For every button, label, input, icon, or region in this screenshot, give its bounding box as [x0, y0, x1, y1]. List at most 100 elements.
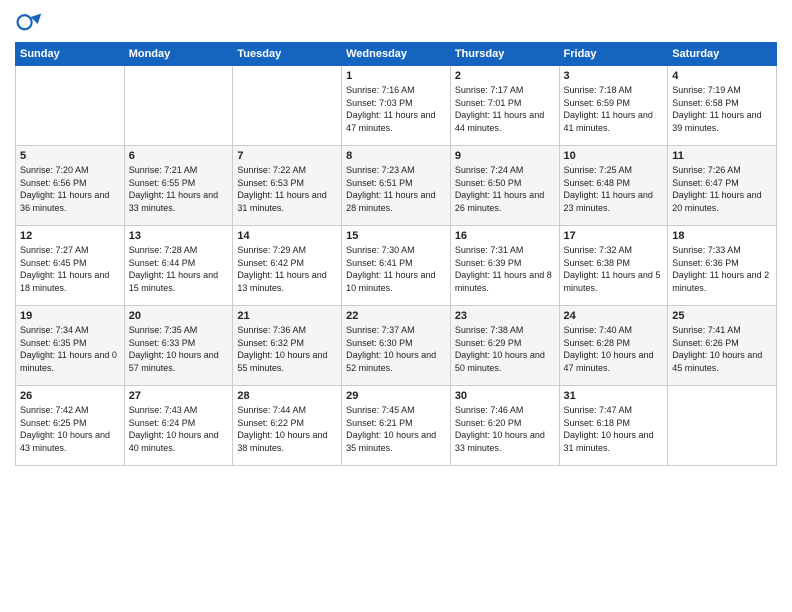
header-row: SundayMondayTuesdayWednesdayThursdayFrid…: [16, 43, 777, 66]
day-number: 5: [20, 150, 120, 162]
day-content: Sunrise: 7:33 AM Sunset: 6:36 PM Dayligh…: [672, 244, 772, 294]
calendar-cell: 18 Sunrise: 7:33 AM Sunset: 6:36 PM Dayli…: [668, 226, 777, 306]
col-header-sunday: Sunday: [16, 43, 125, 66]
week-row-5: 26 Sunrise: 7:42 AM Sunset: 6:25 PM Dayli…: [16, 386, 777, 466]
calendar-cell: 22 Sunrise: 7:37 AM Sunset: 6:30 PM Dayli…: [342, 306, 451, 386]
day-number: 18: [672, 230, 772, 242]
day-number: 4: [672, 70, 772, 82]
calendar-cell: [124, 66, 233, 146]
day-number: 17: [564, 230, 664, 242]
logo-icon: [15, 10, 43, 38]
calendar-cell: 11 Sunrise: 7:26 AM Sunset: 6:47 PM Dayli…: [668, 146, 777, 226]
day-content: Sunrise: 7:27 AM Sunset: 6:45 PM Dayligh…: [20, 244, 120, 294]
day-content: Sunrise: 7:28 AM Sunset: 6:44 PM Dayligh…: [129, 244, 229, 294]
calendar-cell: [668, 386, 777, 466]
week-row-1: 1 Sunrise: 7:16 AM Sunset: 7:03 PM Daylig…: [16, 66, 777, 146]
calendar-cell: 9 Sunrise: 7:24 AM Sunset: 6:50 PM Daylig…: [450, 146, 559, 226]
day-number: 16: [455, 230, 555, 242]
calendar-cell: 26 Sunrise: 7:42 AM Sunset: 6:25 PM Dayli…: [16, 386, 125, 466]
calendar-cell: 19Sunrise: 7:34 AM Sunset: 6:35 PM Dayli…: [16, 306, 125, 386]
calendar-cell: 5 Sunrise: 7:20 AM Sunset: 6:56 PM Daylig…: [16, 146, 125, 226]
col-header-tuesday: Tuesday: [233, 43, 342, 66]
week-row-3: 12 Sunrise: 7:27 AM Sunset: 6:45 PM Dayli…: [16, 226, 777, 306]
day-number: 1: [346, 70, 446, 82]
week-row-4: 19Sunrise: 7:34 AM Sunset: 6:35 PM Dayli…: [16, 306, 777, 386]
day-number: 21: [237, 310, 337, 322]
calendar-cell: 15 Sunrise: 7:30 AM Sunset: 6:41 PM Dayli…: [342, 226, 451, 306]
calendar-cell: 25 Sunrise: 7:41 AM Sunset: 6:26 PM Dayli…: [668, 306, 777, 386]
calendar-cell: 24 Sunrise: 7:40 AM Sunset: 6:28 PM Dayli…: [559, 306, 668, 386]
day-content: Sunrise: 7:29 AM Sunset: 6:42 PM Dayligh…: [237, 244, 337, 294]
day-number: 12: [20, 230, 120, 242]
day-content: Sunrise: 7:26 AM Sunset: 6:47 PM Dayligh…: [672, 164, 772, 214]
day-content: Sunrise: 7:38 AM Sunset: 6:29 PM Dayligh…: [455, 324, 555, 374]
day-content: Sunrise: 7:35 AM Sunset: 6:33 PM Dayligh…: [129, 324, 229, 374]
day-number: 25: [672, 310, 772, 322]
calendar-cell: 3 Sunrise: 7:18 AM Sunset: 6:59 PM Daylig…: [559, 66, 668, 146]
day-content: Sunrise: 7:19 AM Sunset: 6:58 PM Dayligh…: [672, 84, 772, 134]
calendar-cell: 30Sunrise: 7:46 AM Sunset: 6:20 PM Dayli…: [450, 386, 559, 466]
day-content: Sunrise: 7:18 AM Sunset: 6:59 PM Dayligh…: [564, 84, 664, 134]
day-number: 28: [237, 390, 337, 402]
calendar-cell: 16 Sunrise: 7:31 AM Sunset: 6:39 PM Dayli…: [450, 226, 559, 306]
calendar-cell: 29 Sunrise: 7:45 AM Sunset: 6:21 PM Dayli…: [342, 386, 451, 466]
calendar-cell: 7Sunrise: 7:22 AM Sunset: 6:53 PM Daylig…: [233, 146, 342, 226]
calendar-cell: 6 Sunrise: 7:21 AM Sunset: 6:55 PM Daylig…: [124, 146, 233, 226]
day-content: Sunrise: 7:30 AM Sunset: 6:41 PM Dayligh…: [346, 244, 446, 294]
day-content: Sunrise: 7:20 AM Sunset: 6:56 PM Dayligh…: [20, 164, 120, 214]
day-number: 27: [129, 390, 229, 402]
calendar-cell: 21 Sunrise: 7:36 AM Sunset: 6:32 PM Dayli…: [233, 306, 342, 386]
day-number: 10: [564, 150, 664, 162]
logo: [15, 10, 47, 38]
day-number: 31: [564, 390, 664, 402]
calendar-cell: 17 Sunrise: 7:32 AM Sunset: 6:38 PM Dayli…: [559, 226, 668, 306]
day-content: Sunrise: 7:32 AM Sunset: 6:38 PM Dayligh…: [564, 244, 664, 294]
day-content: Sunrise: 7:36 AM Sunset: 6:32 PM Dayligh…: [237, 324, 337, 374]
day-number: 13: [129, 230, 229, 242]
day-content: Sunrise: 7:37 AM Sunset: 6:30 PM Dayligh…: [346, 324, 446, 374]
col-header-thursday: Thursday: [450, 43, 559, 66]
calendar-cell: 12 Sunrise: 7:27 AM Sunset: 6:45 PM Dayli…: [16, 226, 125, 306]
calendar-cell: 1 Sunrise: 7:16 AM Sunset: 7:03 PM Daylig…: [342, 66, 451, 146]
calendar-cell: 13 Sunrise: 7:28 AM Sunset: 6:44 PM Dayli…: [124, 226, 233, 306]
col-header-monday: Monday: [124, 43, 233, 66]
day-content: Sunrise: 7:42 AM Sunset: 6:25 PM Dayligh…: [20, 404, 120, 454]
day-number: 2: [455, 70, 555, 82]
day-number: 3: [564, 70, 664, 82]
day-number: 15: [346, 230, 446, 242]
calendar-cell: 8 Sunrise: 7:23 AM Sunset: 6:51 PM Daylig…: [342, 146, 451, 226]
day-content: Sunrise: 7:40 AM Sunset: 6:28 PM Dayligh…: [564, 324, 664, 374]
day-number: 14: [237, 230, 337, 242]
day-number: 9: [455, 150, 555, 162]
day-content: Sunrise: 7:47 AM Sunset: 6:18 PM Dayligh…: [564, 404, 664, 454]
day-content: Sunrise: 7:46 AM Sunset: 6:20 PM Dayligh…: [455, 404, 555, 454]
day-number: 29: [346, 390, 446, 402]
calendar-cell: 20Sunrise: 7:35 AM Sunset: 6:33 PM Dayli…: [124, 306, 233, 386]
calendar-cell: 2Sunrise: 7:17 AM Sunset: 7:01 PM Daylig…: [450, 66, 559, 146]
day-content: Sunrise: 7:31 AM Sunset: 6:39 PM Dayligh…: [455, 244, 555, 294]
day-content: Sunrise: 7:16 AM Sunset: 7:03 PM Dayligh…: [346, 84, 446, 134]
day-number: 22: [346, 310, 446, 322]
day-content: Sunrise: 7:24 AM Sunset: 6:50 PM Dayligh…: [455, 164, 555, 214]
day-number: 6: [129, 150, 229, 162]
col-header-wednesday: Wednesday: [342, 43, 451, 66]
day-number: 8: [346, 150, 446, 162]
calendar-cell: 27Sunrise: 7:43 AM Sunset: 6:24 PM Dayli…: [124, 386, 233, 466]
calendar-cell: 4 Sunrise: 7:19 AM Sunset: 6:58 PM Daylig…: [668, 66, 777, 146]
calendar-cell: 28Sunrise: 7:44 AM Sunset: 6:22 PM Dayli…: [233, 386, 342, 466]
day-content: Sunrise: 7:23 AM Sunset: 6:51 PM Dayligh…: [346, 164, 446, 214]
day-content: Sunrise: 7:41 AM Sunset: 6:26 PM Dayligh…: [672, 324, 772, 374]
col-header-saturday: Saturday: [668, 43, 777, 66]
calendar-cell: 10Sunrise: 7:25 AM Sunset: 6:48 PM Dayli…: [559, 146, 668, 226]
day-number: 23: [455, 310, 555, 322]
day-number: 24: [564, 310, 664, 322]
day-content: Sunrise: 7:45 AM Sunset: 6:21 PM Dayligh…: [346, 404, 446, 454]
calendar-cell: 23 Sunrise: 7:38 AM Sunset: 6:29 PM Dayli…: [450, 306, 559, 386]
day-number: 11: [672, 150, 772, 162]
day-number: 7: [237, 150, 337, 162]
day-number: 19: [20, 310, 120, 322]
day-number: 26: [20, 390, 120, 402]
page-container: SundayMondayTuesdayWednesdayThursdayFrid…: [0, 0, 792, 474]
week-row-2: 5 Sunrise: 7:20 AM Sunset: 6:56 PM Daylig…: [16, 146, 777, 226]
day-content: Sunrise: 7:21 AM Sunset: 6:55 PM Dayligh…: [129, 164, 229, 214]
